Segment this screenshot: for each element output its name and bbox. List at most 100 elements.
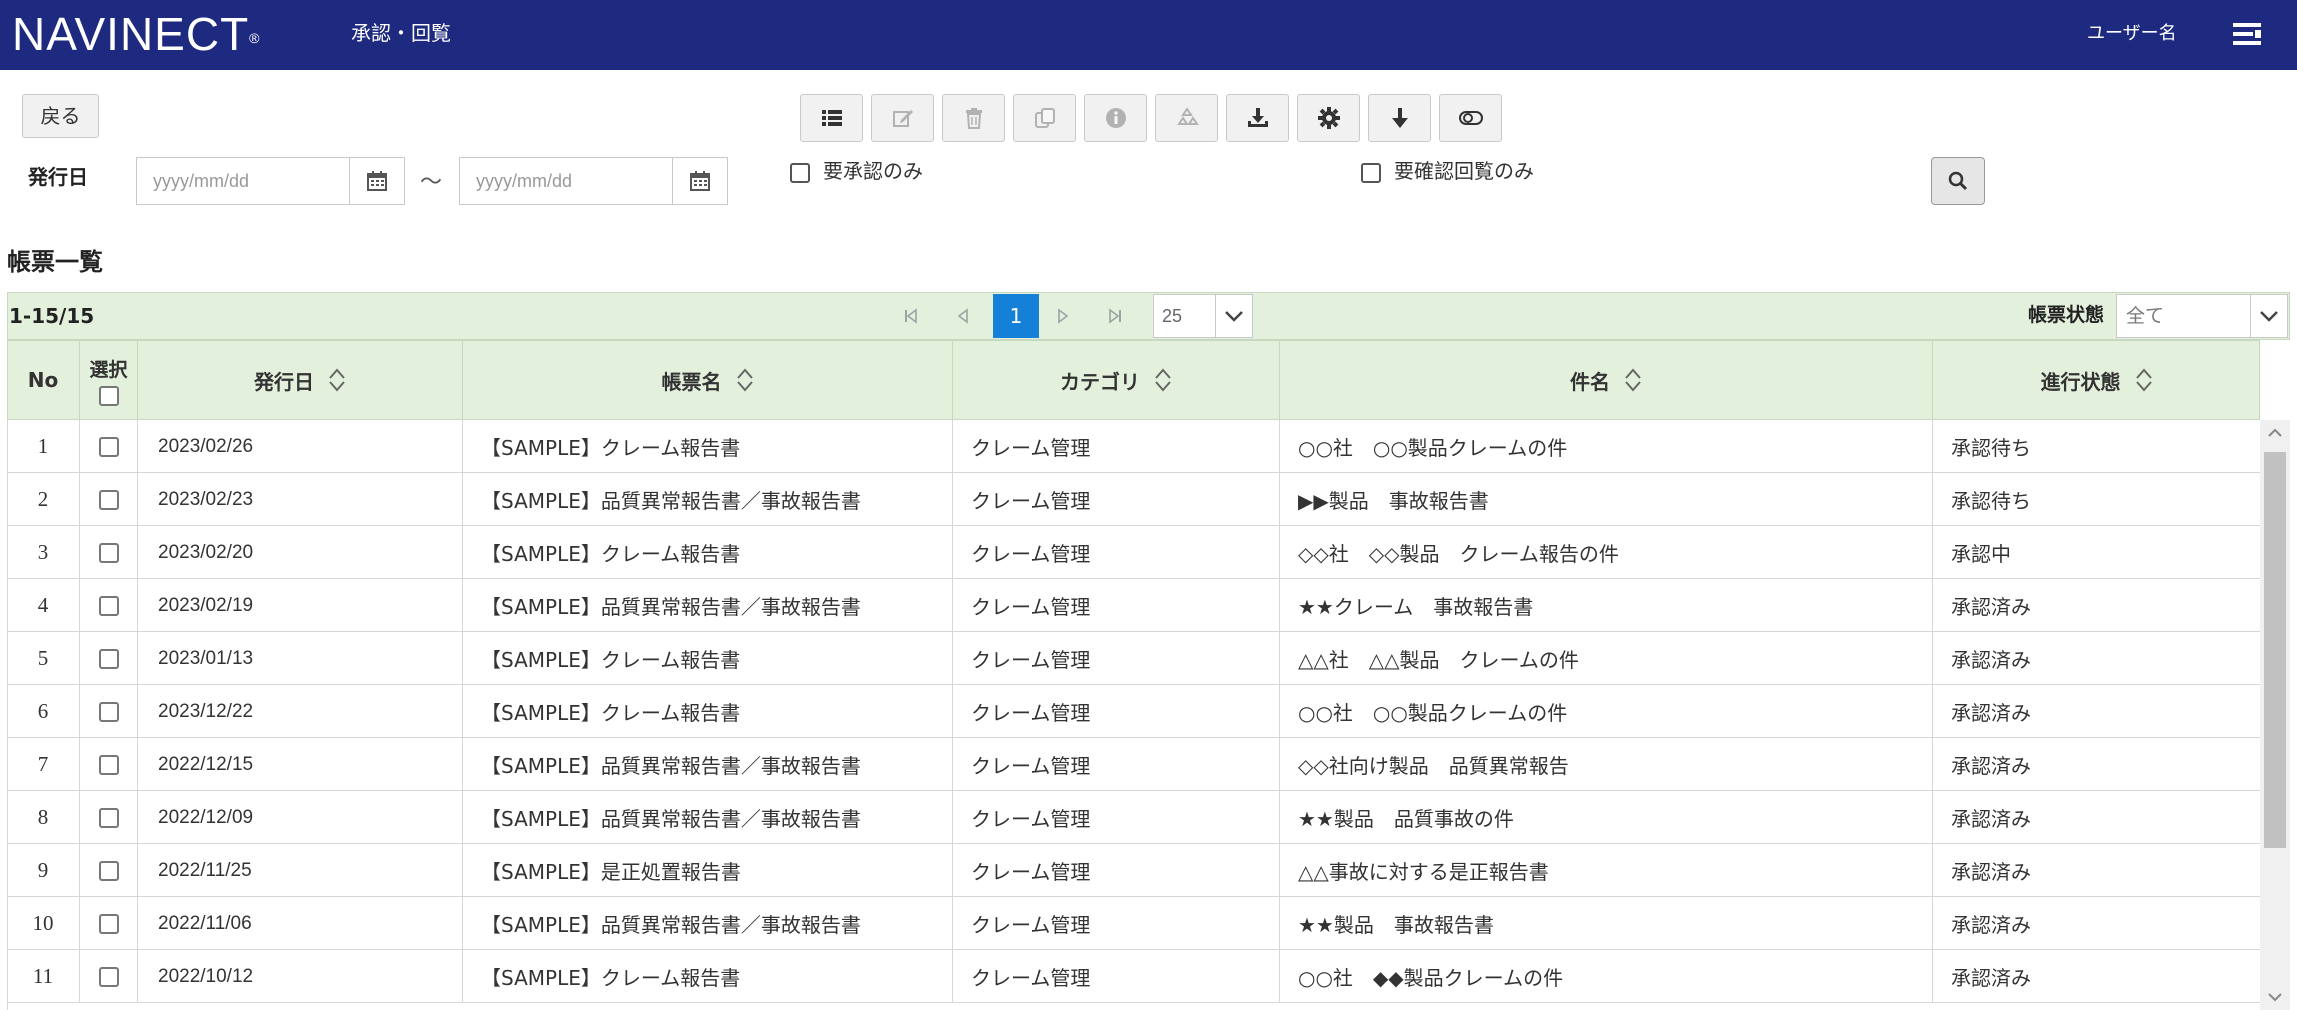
settings-button[interactable] bbox=[1297, 94, 1360, 142]
last-page-button[interactable] bbox=[1100, 303, 1130, 329]
scroll-up-icon[interactable] bbox=[2266, 426, 2284, 440]
table-row[interactable]: 11 2022/10/12 【SAMPLE】クレーム報告書 クレーム管理 ○○社 ◆◆製… bbox=[7, 950, 2260, 1003]
row-form-name: 【SAMPLE】クレーム報告書 bbox=[463, 950, 953, 1003]
row-subject: ○○社 ◆◆製品クレームの件 bbox=[1280, 950, 1933, 1003]
delete-button[interactable] bbox=[942, 94, 1005, 142]
prev-page-button[interactable] bbox=[948, 303, 978, 329]
column-header-select: 選択 bbox=[80, 340, 138, 420]
table-row[interactable]: 3 2023/02/20 【SAMPLE】クレーム報告書 クレーム管理 ◇◇社 ◇◇製品… bbox=[7, 526, 2260, 579]
row-select-checkbox[interactable] bbox=[98, 542, 119, 563]
user-name-link[interactable]: ユーザー名 bbox=[2087, 20, 2177, 48]
table-row[interactable]: 4 2023/02/19 【SAMPLE】品質異常報告書／事故報告書 クレーム管理 ★★… bbox=[7, 579, 2260, 632]
row-status: 承認中 bbox=[1951, 542, 2011, 566]
scrollbar-thumb[interactable] bbox=[2264, 452, 2286, 848]
page-size-select[interactable]: 25 bbox=[1153, 294, 1253, 338]
last-page-icon bbox=[1109, 308, 1121, 324]
row-form-name: 【SAMPLE】品質異常報告書／事故報告書 bbox=[463, 579, 953, 632]
row-issue-date: 2023/01/13 bbox=[138, 632, 463, 685]
row-select-checkbox[interactable] bbox=[98, 436, 119, 457]
confirm-only-checkbox[interactable] bbox=[1361, 163, 1381, 183]
sort-icon bbox=[736, 368, 753, 392]
edit-button[interactable] bbox=[871, 94, 934, 142]
column-header-category[interactable]: カテゴリ bbox=[953, 340, 1280, 420]
sort-icon bbox=[329, 368, 345, 392]
row-select-checkbox[interactable] bbox=[98, 966, 119, 987]
column-header-progress[interactable]: 進行状態 bbox=[1933, 340, 2260, 420]
row-select-checkbox[interactable] bbox=[98, 754, 119, 775]
recycle-button[interactable] bbox=[1155, 94, 1218, 142]
table-row[interactable]: 9 2022/11/25 【SAMPLE】是正処置報告書 クレーム管理 △△事故に対する… bbox=[7, 844, 2260, 897]
date-to-calendar-button[interactable] bbox=[672, 157, 728, 205]
navinect-logo[interactable]: NAVINECT® bbox=[12, 8, 261, 60]
chevron-down-icon bbox=[2250, 295, 2287, 337]
row-subject: ★★製品 事故報告書 bbox=[1280, 897, 1933, 950]
sort-icon bbox=[2135, 368, 2152, 392]
row-select-checkbox[interactable] bbox=[98, 913, 119, 934]
recycle-icon bbox=[1176, 107, 1199, 125]
row-number: 6 bbox=[7, 685, 80, 738]
row-status: 承認待ち bbox=[1951, 489, 2031, 513]
sort-icon bbox=[1155, 368, 1171, 392]
row-select-checkbox[interactable] bbox=[98, 648, 119, 669]
row-category: クレーム管理 bbox=[953, 632, 1280, 685]
row-form-name: 【SAMPLE】品質異常報告書／事故報告書 bbox=[463, 738, 953, 791]
row-subject: ◇◇社向け製品 品質異常報告 bbox=[1280, 738, 1933, 791]
row-select-cell bbox=[80, 685, 138, 738]
record-count: 1-15/15 bbox=[9, 304, 95, 328]
list-view-button[interactable] bbox=[800, 94, 863, 142]
column-header-no: No bbox=[7, 340, 80, 420]
row-status: 承認済み bbox=[1951, 860, 2031, 884]
toggle-button[interactable] bbox=[1439, 94, 1502, 142]
row-select-cell bbox=[80, 632, 138, 685]
date-range-separator: ～ bbox=[420, 170, 443, 195]
date-from-input[interactable]: yyyy/mm/dd bbox=[136, 157, 350, 205]
table-row[interactable]: 10 2022/11/06 【SAMPLE】品質異常報告書／事故報告書 クレーム管理 ★… bbox=[7, 897, 2260, 950]
current-page-button[interactable]: 1 bbox=[993, 294, 1039, 338]
row-category: クレーム管理 bbox=[953, 579, 1280, 632]
row-select-checkbox[interactable] bbox=[98, 860, 119, 881]
row-select-checkbox[interactable] bbox=[98, 701, 119, 722]
row-select-cell bbox=[80, 526, 138, 579]
page-size-value: 25 bbox=[1162, 306, 1183, 326]
column-header-issue-date[interactable]: 発行日 bbox=[138, 340, 463, 420]
search-button[interactable] bbox=[1931, 157, 1985, 205]
row-select-checkbox[interactable] bbox=[98, 595, 119, 616]
table-row[interactable]: 1 2023/02/26 【SAMPLE】クレーム報告書 クレーム管理 ○○社 ○○製品… bbox=[7, 420, 2260, 473]
row-category: クレーム管理 bbox=[953, 844, 1280, 897]
table-left-border bbox=[7, 420, 8, 1010]
page-title: 承認・回覧 bbox=[351, 21, 451, 45]
column-header-form-name[interactable]: 帳票名 bbox=[463, 340, 953, 420]
copy-button[interactable] bbox=[1013, 94, 1076, 142]
status-filter-select[interactable]: 全て bbox=[2116, 294, 2288, 338]
row-select-checkbox[interactable] bbox=[98, 489, 119, 510]
row-status: 承認済み bbox=[1951, 701, 2031, 725]
info-button[interactable] bbox=[1084, 94, 1147, 142]
hamburger-menu-icon[interactable] bbox=[2233, 22, 2263, 46]
row-category: クレーム管理 bbox=[953, 791, 1280, 844]
select-all-checkbox[interactable] bbox=[98, 385, 119, 406]
download-button[interactable] bbox=[1226, 94, 1289, 142]
first-page-button[interactable] bbox=[896, 303, 926, 329]
table-row[interactable]: 5 2023/01/13 【SAMPLE】クレーム報告書 クレーム管理 △△社 △△製品… bbox=[7, 632, 2260, 685]
top-header-bar: NAVINECT® 承認・回覧 ユーザー名 bbox=[0, 0, 2297, 70]
row-select-checkbox[interactable] bbox=[98, 807, 119, 828]
row-issue-date: 2023/12/22 bbox=[138, 685, 463, 738]
date-from-calendar-button[interactable] bbox=[349, 157, 405, 205]
table-row[interactable]: 2 2023/02/23 【SAMPLE】品質異常報告書／事故報告書 クレーム管理 ▶▶… bbox=[7, 473, 2260, 526]
row-select-cell bbox=[80, 897, 138, 950]
column-header-subject[interactable]: 件名 bbox=[1280, 340, 1933, 420]
table-row[interactable]: 7 2022/12/15 【SAMPLE】品質異常報告書／事故報告書 クレーム管理 ◇◇… bbox=[7, 738, 2260, 791]
row-status: 承認済み bbox=[1951, 966, 2031, 990]
row-select-cell bbox=[80, 950, 138, 1003]
table-row[interactable]: 8 2022/12/09 【SAMPLE】品質異常報告書／事故報告書 クレーム管理 ★★… bbox=[7, 791, 2260, 844]
scroll-down-icon[interactable] bbox=[2266, 990, 2284, 1004]
move-down-button[interactable] bbox=[1368, 94, 1431, 142]
row-category: クレーム管理 bbox=[953, 685, 1280, 738]
back-button[interactable]: 戻る bbox=[22, 94, 99, 138]
next-page-button[interactable] bbox=[1048, 303, 1078, 329]
next-page-icon bbox=[1058, 308, 1069, 324]
date-to-input[interactable]: yyyy/mm/dd bbox=[459, 157, 673, 205]
row-status: 承認済み bbox=[1951, 648, 2031, 672]
table-row[interactable]: 6 2023/12/22 【SAMPLE】クレーム報告書 クレーム管理 ○○社 ○○製品… bbox=[7, 685, 2260, 738]
approval-only-checkbox[interactable] bbox=[790, 163, 810, 183]
